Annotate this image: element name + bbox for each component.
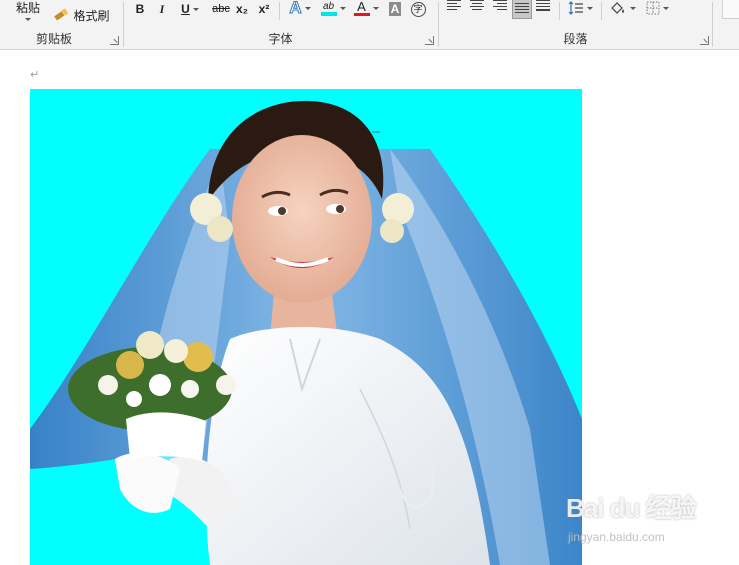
shading-button[interactable] <box>607 0 637 18</box>
text-effect-label: A <box>289 0 302 18</box>
format-painter-icon <box>54 8 69 21</box>
bride-photo[interactable] <box>30 89 582 565</box>
paragraph-mark: ↵ <box>30 69 40 81</box>
font-color-button[interactable]: A <box>352 0 380 18</box>
clipboard-group-label: 剪贴板 <box>35 32 72 46</box>
watermark-url: jingyan.baidu.com <box>568 530 665 544</box>
strikethrough-label: abc <box>212 3 230 15</box>
highlight-button[interactable]: ab <box>318 0 348 18</box>
font-launcher-icon[interactable] <box>425 36 434 45</box>
highlight-label: ab <box>322 0 335 12</box>
italic-label: I <box>159 1 165 16</box>
format-painter-label: 格式刷 <box>73 8 110 23</box>
paragraph-group: 段落 <box>439 0 712 49</box>
baidu-watermark: Bai du 经验 jingyan.baidu.com <box>566 488 697 544</box>
separator <box>279 2 280 20</box>
font-color-label: A <box>357 0 366 14</box>
superscript-label: x² <box>258 2 270 16</box>
distribute-button[interactable] <box>536 0 554 18</box>
separator <box>712 2 713 47</box>
font-group-label: 字体 <box>268 32 293 46</box>
paragraph-launcher-icon[interactable] <box>700 36 709 45</box>
borders-dropdown-icon[interactable] <box>662 6 669 10</box>
superscript-button[interactable]: x² <box>256 0 272 19</box>
clipboard-group: 粘贴 格式刷 剪贴板 <box>0 0 122 49</box>
bold-label: B <box>135 2 145 16</box>
char-shading-button[interactable]: A <box>387 0 403 19</box>
text-effect-dropdown-icon[interactable] <box>304 6 311 10</box>
strikethrough-button[interactable]: abc <box>210 0 232 19</box>
underline-button[interactable]: U <box>177 0 203 19</box>
paint-bucket-icon <box>610 2 624 14</box>
char-shading-label: A <box>388 2 402 16</box>
watermark-brand: Bai du 经验 <box>566 493 697 523</box>
styles-gallery-edge[interactable] <box>722 0 739 19</box>
italic-button[interactable]: I <box>155 0 169 19</box>
underline-dropdown-icon[interactable] <box>192 7 199 11</box>
highlight-color-bar <box>320 11 337 16</box>
subscript-label: x₂ <box>235 2 248 16</box>
paste-dropdown-icon[interactable] <box>25 18 31 21</box>
format-painter-button[interactable]: 格式刷 <box>52 5 112 25</box>
font-color-icon: A <box>353 0 370 16</box>
subscript-button[interactable]: x₂ <box>234 0 250 19</box>
font-color-bar <box>353 13 370 16</box>
highlight-dropdown-icon[interactable] <box>339 6 346 10</box>
line-spacing-button[interactable] <box>565 0 595 18</box>
clipboard-launcher-icon[interactable] <box>110 36 119 45</box>
line-spacing-icon <box>568 1 583 15</box>
borders-icon <box>646 1 659 15</box>
paragraph-group-label: 段落 <box>563 32 588 46</box>
shading-dropdown-icon[interactable] <box>629 6 636 10</box>
separator <box>601 2 602 20</box>
borders-button[interactable] <box>642 0 672 18</box>
separator <box>559 2 560 20</box>
paste-label: 粘贴 <box>15 1 40 15</box>
paste-button[interactable]: 粘贴 <box>8 0 48 24</box>
underline-label: U <box>181 2 190 16</box>
ribbon: 粘贴 格式刷 剪贴板 B I U abc x₂ x² A ab A A 字 字体… <box>0 0 739 50</box>
font-group: B I U abc x₂ x² A ab A A 字 字体 <box>124 0 437 49</box>
font-color-dropdown-icon[interactable] <box>372 6 379 10</box>
align-center-button[interactable] <box>470 0 488 18</box>
highlight-icon: ab <box>320 0 337 16</box>
justify-button[interactable] <box>512 0 532 19</box>
bride-illustration <box>30 100 582 565</box>
line-spacing-dropdown-icon[interactable] <box>586 6 593 10</box>
enclose-char-button[interactable]: 字 <box>409 0 427 19</box>
text-effect-button[interactable]: A <box>286 0 314 18</box>
enclose-char-label: 字 <box>410 1 426 17</box>
align-left-button[interactable] <box>447 0 465 18</box>
bold-button[interactable]: B <box>132 0 148 19</box>
align-right-button[interactable] <box>493 0 511 18</box>
